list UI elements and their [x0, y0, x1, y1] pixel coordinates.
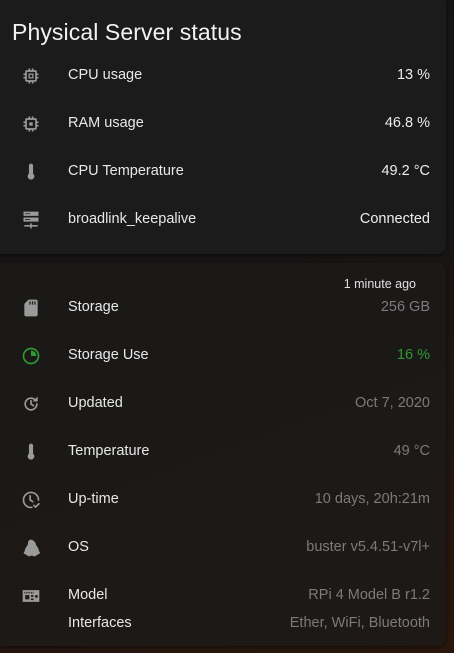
entity-label: Up-time	[68, 491, 119, 507]
entity-value: 256 GB	[380, 299, 430, 315]
entity-row-temperature[interactable]: Temperature 49 °C	[0, 437, 446, 467]
entity-value: buster v5.4.51-v7l+	[306, 539, 430, 555]
sd-card-icon	[21, 298, 41, 318]
entity-value: 49 °C	[393, 443, 430, 459]
entity-row-broadlink-keepalive[interactable]: broadlink_keepalive Connected	[0, 205, 446, 235]
pi-info-card: 1 minute ago Storage 256 GB Storage Use …	[0, 263, 446, 646]
entity-value: RPi 4 Model B r1.2	[308, 587, 430, 603]
entity-row-os[interactable]: OS buster v5.4.51-v7l+	[0, 533, 446, 563]
entity-label: Updated	[68, 395, 123, 411]
server-network-icon	[21, 210, 41, 230]
entity-value: Ether, WiFi, Bluetooth	[289, 615, 430, 631]
entity-row-storage[interactable]: Storage 256 GB	[0, 293, 446, 323]
entity-value: 10 days, 20h:21m	[314, 491, 430, 507]
entity-label: Storage Use	[68, 347, 149, 363]
entity-label: Model	[68, 587, 108, 603]
entity-label: Interfaces	[68, 615, 132, 631]
entity-label: Temperature	[68, 443, 150, 459]
entity-label: broadlink_keepalive	[68, 211, 197, 227]
entity-row-updated[interactable]: Updated Oct 7, 2020	[0, 389, 446, 419]
entity-row-storage-use[interactable]: Storage Use 16 %	[0, 341, 446, 371]
physical-server-card: Physical Server status CPU usage 13 % RA…	[0, 0, 446, 254]
entity-row-cpu-usage[interactable]: CPU usage 13 %	[0, 61, 446, 91]
entity-label: OS	[68, 539, 89, 555]
entity-row-cpu-temperature[interactable]: CPU Temperature 49.2 °C	[0, 157, 446, 187]
entity-row-ram-usage[interactable]: RAM usage 46.8 %	[0, 109, 446, 139]
entity-label: RAM usage	[68, 115, 144, 131]
entity-value: 46.8 %	[384, 115, 430, 131]
entity-value: Connected	[359, 211, 430, 227]
clock-check-icon	[21, 490, 41, 510]
entity-row-model[interactable]: Model RPi 4 Model B r1.2	[0, 581, 446, 611]
linux-penguin-icon	[21, 538, 41, 558]
raspberry-pi-board-icon	[21, 586, 41, 606]
refresh-clock-icon	[21, 394, 41, 414]
memory-chip-icon	[21, 114, 41, 134]
entity-row-up-time[interactable]: Up-time 10 days, 20h:21m	[0, 485, 446, 515]
entity-value: 13 %	[396, 67, 430, 83]
entity-value: 49.2 °C	[381, 163, 430, 179]
card-title: Physical Server status	[12, 19, 242, 45]
thermometer-icon	[21, 442, 41, 462]
entity-row-interfaces: Interfaces Ether, WiFi, Bluetooth	[0, 609, 446, 633]
pie-chart-icon	[21, 346, 41, 366]
entity-label: Storage	[68, 299, 119, 315]
thermometer-icon	[21, 162, 41, 182]
entity-label: CPU Temperature	[68, 163, 184, 179]
cpu-chip-icon	[21, 66, 41, 86]
entity-value: 16 %	[396, 347, 430, 363]
entity-label: CPU usage	[68, 67, 143, 83]
entity-value: Oct 7, 2020	[355, 395, 430, 411]
last-updated-text: 1 minute ago	[343, 277, 416, 291]
